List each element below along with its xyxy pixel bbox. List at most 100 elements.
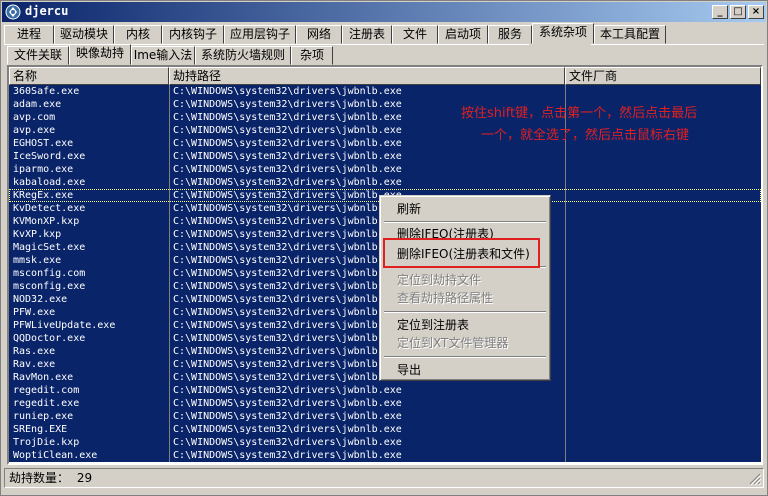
row-name: msconfig.com (13, 268, 86, 279)
grid-line (565, 332, 566, 345)
tab-network[interactable]: 网络 (296, 25, 342, 44)
row-hijack-path: C:\WINDOWS\system32\drivers\jwbnlb.exe (173, 450, 402, 461)
column-vendor[interactable]: 文件厂商 (565, 67, 761, 85)
grid-line (169, 449, 170, 462)
hijack-count-label: 劫持数量： (9, 471, 70, 485)
tab-app-hooks[interactable]: 应用层钩子 (224, 25, 296, 44)
row-name: KvXP.kxp (13, 229, 62, 240)
grid-line (565, 319, 566, 332)
tab-driver-modules[interactable]: 驱动模块 (54, 25, 114, 44)
tab-kernel-hooks[interactable]: 内核钩子 (162, 25, 224, 44)
row-name: IceSword.exe (13, 151, 86, 162)
menu-separator (384, 356, 546, 358)
grid-line (565, 449, 566, 462)
row-name: kabaload.exe (13, 177, 86, 188)
grid-line (169, 306, 170, 319)
grid-line (565, 163, 566, 176)
menu-item-locate-registry[interactable]: 定位到注册表 (383, 316, 547, 334)
menu-item-export[interactable]: 导出 (383, 361, 547, 379)
tab-registry[interactable]: 注册表 (342, 25, 392, 44)
grid-line (169, 85, 170, 98)
subtab-firewall-rules[interactable]: 系统防火墙规则 (195, 46, 291, 65)
grid-line (169, 345, 170, 358)
tab-system-misc[interactable]: 系统杂项 (532, 23, 594, 44)
subtab-file-association[interactable]: 文件关联 (7, 46, 69, 65)
tab-panel-edge (591, 44, 764, 45)
tab-file[interactable]: 文件 (392, 25, 438, 44)
sub-tab-strip: 文件关联 映像劫持 Ime输入法 系统防火墙规则 杂项 (4, 44, 764, 65)
grid-line (565, 345, 566, 358)
column-name[interactable]: 名称 (9, 67, 169, 85)
annotation-highlight-box (383, 238, 540, 268)
table-row[interactable]: IceSword.exe C:\WINDOWS\system32\drivers\… (9, 150, 761, 163)
row-name: EGHOST.exe (13, 138, 74, 149)
row-name: avp.exe (13, 125, 56, 136)
grid-line (169, 202, 170, 215)
table-row[interactable]: SREng.EXE C:\WINDOWS\system32\drivers\jwb… (9, 423, 761, 436)
grid-line (169, 332, 170, 345)
grid-line (169, 423, 170, 436)
row-name: adam.exe (13, 99, 62, 110)
table-row[interactable]: regedit.exe C:\WINDOWS\system32\drivers\j… (9, 397, 761, 410)
grid-line (565, 241, 566, 254)
resize-grip-icon[interactable] (749, 473, 761, 485)
tab-kernel[interactable]: 内核 (114, 25, 162, 44)
grid-line (169, 254, 170, 267)
context-menu: 刷新 删除IFEO(注册表) 删除IFEO(注册表和文件) 定位到劫持文件 查看… (379, 195, 551, 381)
table-row[interactable]: runiep.exe C:\WINDOWS\system32\drivers\jw… (9, 410, 761, 423)
tab-startup[interactable]: 启动项 (438, 25, 488, 44)
tab-process[interactable]: 进程 (4, 25, 54, 44)
column-hijack-path[interactable]: 劫持路径 (169, 67, 565, 85)
grid-line (169, 137, 170, 150)
minimize-button[interactable]: _ (712, 5, 728, 19)
grid-line (565, 202, 566, 215)
grid-line (169, 241, 170, 254)
row-hijack-path: C:\WINDOWS\system32\drivers\jwbnlb.exe (173, 164, 402, 175)
grid-line (169, 358, 170, 371)
list-header: 名称 劫持路径 文件厂商 (9, 67, 761, 85)
tab-services[interactable]: 服务 (488, 25, 532, 44)
grid-line (565, 280, 566, 293)
main-tab-strip: 进程 驱动模块 内核 内核钩子 应用层钩子 网络 注册表 文件 启动项 服务 系… (4, 23, 764, 44)
table-row[interactable]: 360Safe.exe C:\WINDOWS\system32\drivers\j… (9, 85, 761, 98)
title-bar[interactable]: djercu _ □ × (2, 2, 766, 22)
maximize-button[interactable]: □ (730, 5, 746, 19)
tab-tool-config[interactable]: 本工具配置 (594, 25, 666, 44)
subtab-image-hijack[interactable]: 映像劫持 (69, 44, 131, 65)
grid-line (565, 150, 566, 163)
grid-line (565, 85, 566, 98)
row-name: msconfig.exe (13, 281, 86, 292)
menu-separator (384, 221, 546, 223)
row-hijack-path: C:\WINDOWS\system32\drivers\jwbnlb.exe (173, 437, 402, 448)
grid-line (169, 228, 170, 241)
annotation-line-2: 一个，就全选了，然后点击鼠标右键 (481, 128, 690, 143)
table-row[interactable]: kabaload.exe C:\WINDOWS\system32\drivers\… (9, 176, 761, 189)
subtab-ime[interactable]: Ime输入法 (131, 46, 195, 65)
grid-line (169, 215, 170, 228)
grid-line (565, 423, 566, 436)
table-row[interactable]: TrojDie.kxp C:\WINDOWS\system32\drivers\j… (9, 436, 761, 449)
menu-item-locate-hijack-file: 定位到劫持文件 (397, 273, 482, 287)
row-name: Ras.exe (13, 346, 56, 357)
grid-line (565, 371, 566, 384)
app-icon (5, 4, 21, 20)
grid-line (169, 189, 170, 202)
close-button[interactable]: × (748, 5, 764, 19)
grid-line (169, 371, 170, 384)
grid-line (169, 319, 170, 332)
grid-line (565, 254, 566, 267)
row-name: TrojDie.kxp (13, 437, 80, 448)
table-row[interactable]: WoptiClean.exe C:\WINDOWS\system32\driver… (9, 449, 761, 462)
row-hijack-path: C:\WINDOWS\system32\drivers\jwbnlb.exe (173, 424, 402, 435)
row-name: regedit.exe (13, 398, 80, 409)
main-window: djercu _ □ × 进程 驱动模块 内核 内核钩子 应用层钩子 网络 注册… (0, 0, 768, 496)
row-hijack-path: C:\WINDOWS\system32\drivers\jwbnlb.exe (173, 398, 402, 409)
grid-line (169, 280, 170, 293)
menu-item-refresh[interactable]: 刷新 (383, 200, 547, 218)
menu-separator (384, 311, 546, 313)
grid-line (169, 163, 170, 176)
table-row[interactable]: regedit.com C:\WINDOWS\system32\drivers\j… (9, 384, 761, 397)
grid-line (169, 384, 170, 397)
subtab-misc[interactable]: 杂项 (291, 46, 333, 65)
table-row[interactable]: iparmo.exe C:\WINDOWS\system32\drivers\jw… (9, 163, 761, 176)
